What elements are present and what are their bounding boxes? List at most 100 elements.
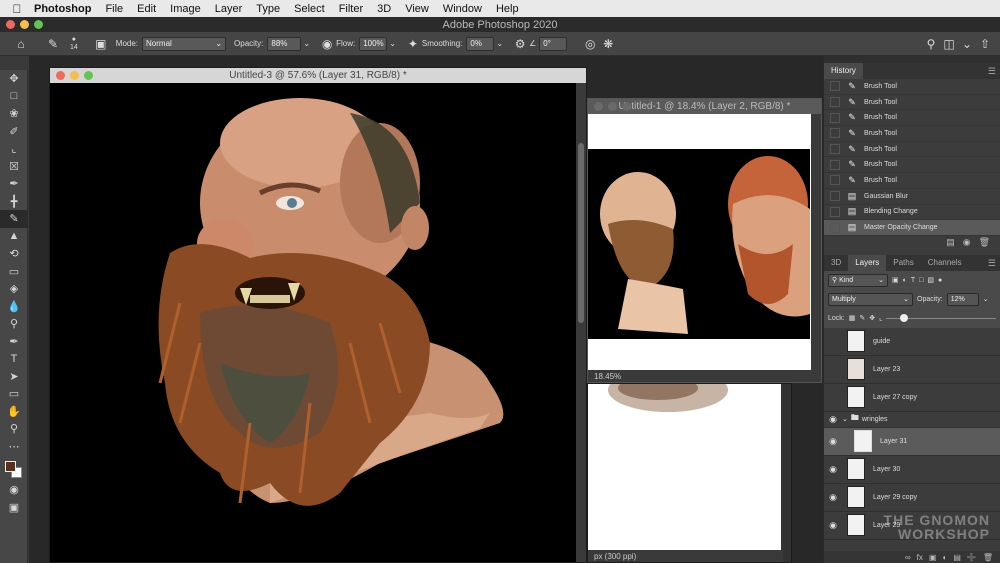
- eye-icon[interactable]: ◉: [824, 464, 842, 475]
- menu-layer[interactable]: Layer: [215, 3, 243, 15]
- history-checkbox[interactable]: [830, 97, 840, 108]
- frame-tool-icon[interactable]: ☒: [0, 158, 28, 176]
- history-checkbox[interactable]: [830, 222, 840, 233]
- layer-name[interactable]: Layer 30: [873, 466, 900, 473]
- filter-toggle-icon[interactable]: ●: [938, 277, 942, 284]
- color-swatches[interactable]: [0, 455, 28, 481]
- flow-field[interactable]: 100%: [359, 36, 388, 51]
- document-window-main[interactable]: Untitled-3 @ 57.6% (Layer 31, RGB/8) *: [49, 67, 587, 563]
- bucket-tool-icon[interactable]: ◈: [0, 280, 28, 298]
- maximize-icon[interactable]: [84, 71, 93, 80]
- history-item[interactable]: ✎ Brush Tool: [824, 95, 1000, 111]
- brush-tool-icon[interactable]: ✎: [44, 35, 62, 53]
- minimize-icon[interactable]: [70, 71, 79, 80]
- menu-3d[interactable]: 3D: [377, 3, 391, 15]
- chevron-down-icon[interactable]: ⌄: [958, 35, 976, 53]
- marquee-tool-icon[interactable]: □: [0, 88, 28, 106]
- kind-filter-select[interactable]: ⚲ Kind ⌄: [828, 273, 888, 287]
- menu-view[interactable]: View: [405, 3, 429, 15]
- chevron-down-icon[interactable]: ⌄: [496, 39, 503, 48]
- menu-file[interactable]: File: [105, 3, 123, 15]
- blend-mode-select[interactable]: Multiply ⌄: [828, 292, 913, 306]
- document-title-bar-2[interactable]: Untitled-1 @ 18.4% (Layer 2, RGB/8) *: [588, 99, 821, 114]
- tab-history[interactable]: History: [824, 63, 863, 79]
- gear-icon[interactable]: ⚙: [511, 35, 529, 53]
- screen-mode-icon[interactable]: ▣: [0, 499, 28, 517]
- quick-select-tool-icon[interactable]: ✐: [0, 123, 28, 141]
- history-item[interactable]: ▤ Gaussian Blur: [824, 189, 1000, 205]
- history-checkbox[interactable]: [830, 81, 840, 92]
- layer-row-selected[interactable]: ◉ Layer 31: [824, 427, 1000, 456]
- menu-filter[interactable]: Filter: [339, 3, 363, 15]
- path-select-tool-icon[interactable]: ➤: [0, 368, 28, 386]
- share-icon[interactable]: ⇧: [976, 35, 994, 53]
- pen-tool-icon[interactable]: ✒: [0, 333, 28, 351]
- tab-channels[interactable]: Channels: [921, 255, 969, 271]
- smoothing-field[interactable]: 0%: [466, 36, 495, 51]
- document-title-bar[interactable]: Untitled-3 @ 57.6% (Layer 31, RGB/8) *: [50, 68, 586, 83]
- blur-tool-icon[interactable]: 💧: [0, 298, 28, 316]
- angle-field[interactable]: 0°: [539, 36, 568, 51]
- mask-icon[interactable]: ▣: [929, 553, 937, 562]
- history-item[interactable]: ✎ Brush Tool: [824, 79, 1000, 95]
- document-window-2[interactable]: Untitled-1 @ 18.4% (Layer 2, RGB/8) * 18…: [587, 98, 822, 383]
- history-item[interactable]: ✎ Brush Tool: [824, 173, 1000, 189]
- history-checkbox[interactable]: [830, 191, 840, 202]
- chevron-down-icon[interactable]: ⌄: [303, 39, 310, 48]
- new-document-from-state-icon[interactable]: ▤: [946, 237, 955, 248]
- new-layer-icon[interactable]: ➕: [967, 553, 977, 562]
- folder-icon[interactable]: ▤: [953, 553, 961, 562]
- chevron-down-icon[interactable]: ⌄: [983, 295, 989, 303]
- chevron-down-icon[interactable]: ⌄: [389, 39, 396, 48]
- panel-menu-icon[interactable]: ☰: [988, 66, 996, 77]
- tab-layers[interactable]: Layers: [848, 254, 887, 271]
- document-window-3[interactable]: px (300 ppi): [587, 383, 792, 563]
- minimize-icon[interactable]: [20, 20, 29, 29]
- trash-icon[interactable]: 🗑: [983, 553, 993, 562]
- eyedropper-tool-icon[interactable]: ✒: [0, 175, 28, 193]
- history-checkbox[interactable]: [830, 112, 840, 123]
- filter-shape-icon[interactable]: □: [919, 277, 923, 284]
- layer-name[interactable]: Layer 27 copy: [873, 394, 917, 401]
- history-checkbox[interactable]: [830, 206, 840, 217]
- layer-group-name[interactable]: wringles: [862, 416, 888, 423]
- eye-icon[interactable]: ◉: [824, 414, 842, 425]
- brush-preset-dot[interactable]: ●: [72, 36, 76, 44]
- lock-artboard-icon[interactable]: ⌞: [879, 314, 882, 322]
- camera-icon[interactable]: ◉: [963, 237, 971, 248]
- pressure-opacity-icon[interactable]: ◉: [318, 35, 336, 53]
- search-icon[interactable]: ⚲: [922, 35, 940, 53]
- adjustment-icon[interactable]: ◐: [942, 553, 947, 562]
- menu-app-name[interactable]: Photoshop: [34, 3, 91, 15]
- stamp-tool-icon[interactable]: ▲: [0, 228, 28, 246]
- menu-edit[interactable]: Edit: [137, 3, 156, 15]
- brush-settings-icon[interactable]: ▣: [92, 35, 110, 53]
- apple-icon[interactable]: : [0, 2, 34, 16]
- close-icon[interactable]: [56, 71, 65, 80]
- lock-transparency-icon[interactable]: ▦: [849, 314, 856, 322]
- layer-name[interactable]: Layer 23: [873, 366, 900, 373]
- eye-icon[interactable]: ◉: [824, 436, 842, 447]
- menu-window[interactable]: Window: [443, 3, 482, 15]
- history-checkbox[interactable]: [830, 128, 840, 139]
- healing-tool-icon[interactable]: ╋: [0, 193, 28, 211]
- panel-menu-icon[interactable]: ☰: [988, 258, 996, 269]
- filter-pixel-icon[interactable]: ▣: [892, 276, 899, 284]
- symmetry-icon[interactable]: ❋: [599, 35, 617, 53]
- filter-smart-object-icon[interactable]: ▧: [927, 276, 934, 284]
- history-checkbox[interactable]: [830, 144, 840, 155]
- opacity-slider[interactable]: [886, 314, 996, 323]
- lock-pixels-icon[interactable]: ✎: [859, 314, 865, 322]
- history-checkbox[interactable]: [830, 159, 840, 170]
- eye-icon[interactable]: ◉: [824, 492, 842, 503]
- layer-row[interactable]: guide: [824, 328, 1000, 356]
- layer-name[interactable]: guide: [873, 338, 890, 345]
- vertical-scrollbar[interactable]: [781, 384, 791, 562]
- layer-name[interactable]: Layer 29 copy: [873, 494, 917, 501]
- layer-row[interactable]: ◉ Layer 29 copy: [824, 484, 1000, 512]
- rectangle-tool-icon[interactable]: ▭: [0, 385, 28, 403]
- filter-type-icon[interactable]: T: [911, 277, 915, 284]
- layer-name[interactable]: Layer 31: [880, 438, 907, 445]
- history-item-selected[interactable]: ▤ Master Opacity Change: [824, 220, 1000, 236]
- canvas-artwork-sketches[interactable]: [588, 114, 822, 372]
